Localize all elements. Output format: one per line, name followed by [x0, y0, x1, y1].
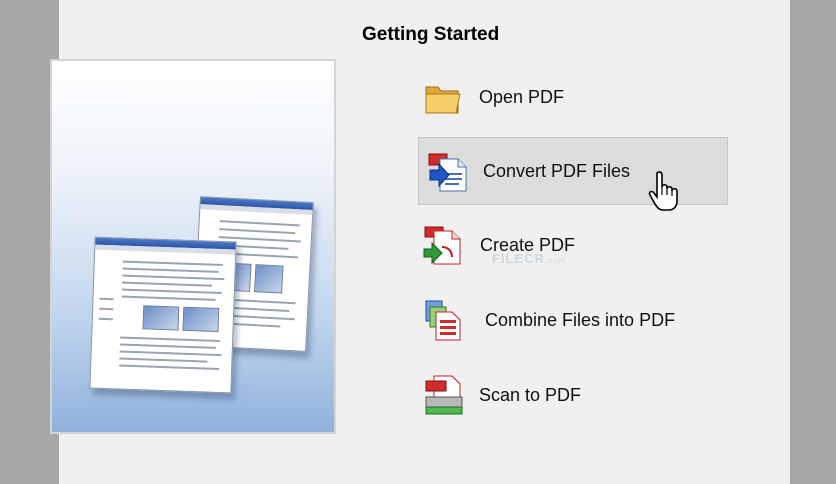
convert-pdf-icon	[426, 149, 470, 193]
open-pdf-label: Open PDF	[479, 86, 565, 107]
combine-files-icon	[420, 298, 464, 342]
open-pdf-button[interactable]: Open PDF	[420, 74, 720, 120]
scan-pdf-icon	[420, 373, 464, 417]
create-pdf-button[interactable]: Create PDF	[420, 222, 720, 268]
preview-document-front	[89, 236, 237, 394]
getting-started-heading: Getting Started	[362, 24, 500, 45]
scan-to-pdf-label: Scan to PDF	[479, 384, 582, 405]
hand-cursor-icon	[648, 170, 682, 212]
convert-pdf-files-label: Convert PDF Files	[483, 160, 631, 181]
combine-files-button[interactable]: Combine Files into PDF	[420, 297, 720, 343]
watermark: FILECR.com	[492, 251, 567, 266]
folder-icon	[420, 75, 464, 119]
create-pdf-icon	[420, 223, 464, 267]
scan-to-pdf-button[interactable]: Scan to PDF	[420, 372, 720, 418]
document-preview-image	[50, 59, 336, 434]
combine-files-label: Combine Files into PDF	[485, 309, 676, 330]
